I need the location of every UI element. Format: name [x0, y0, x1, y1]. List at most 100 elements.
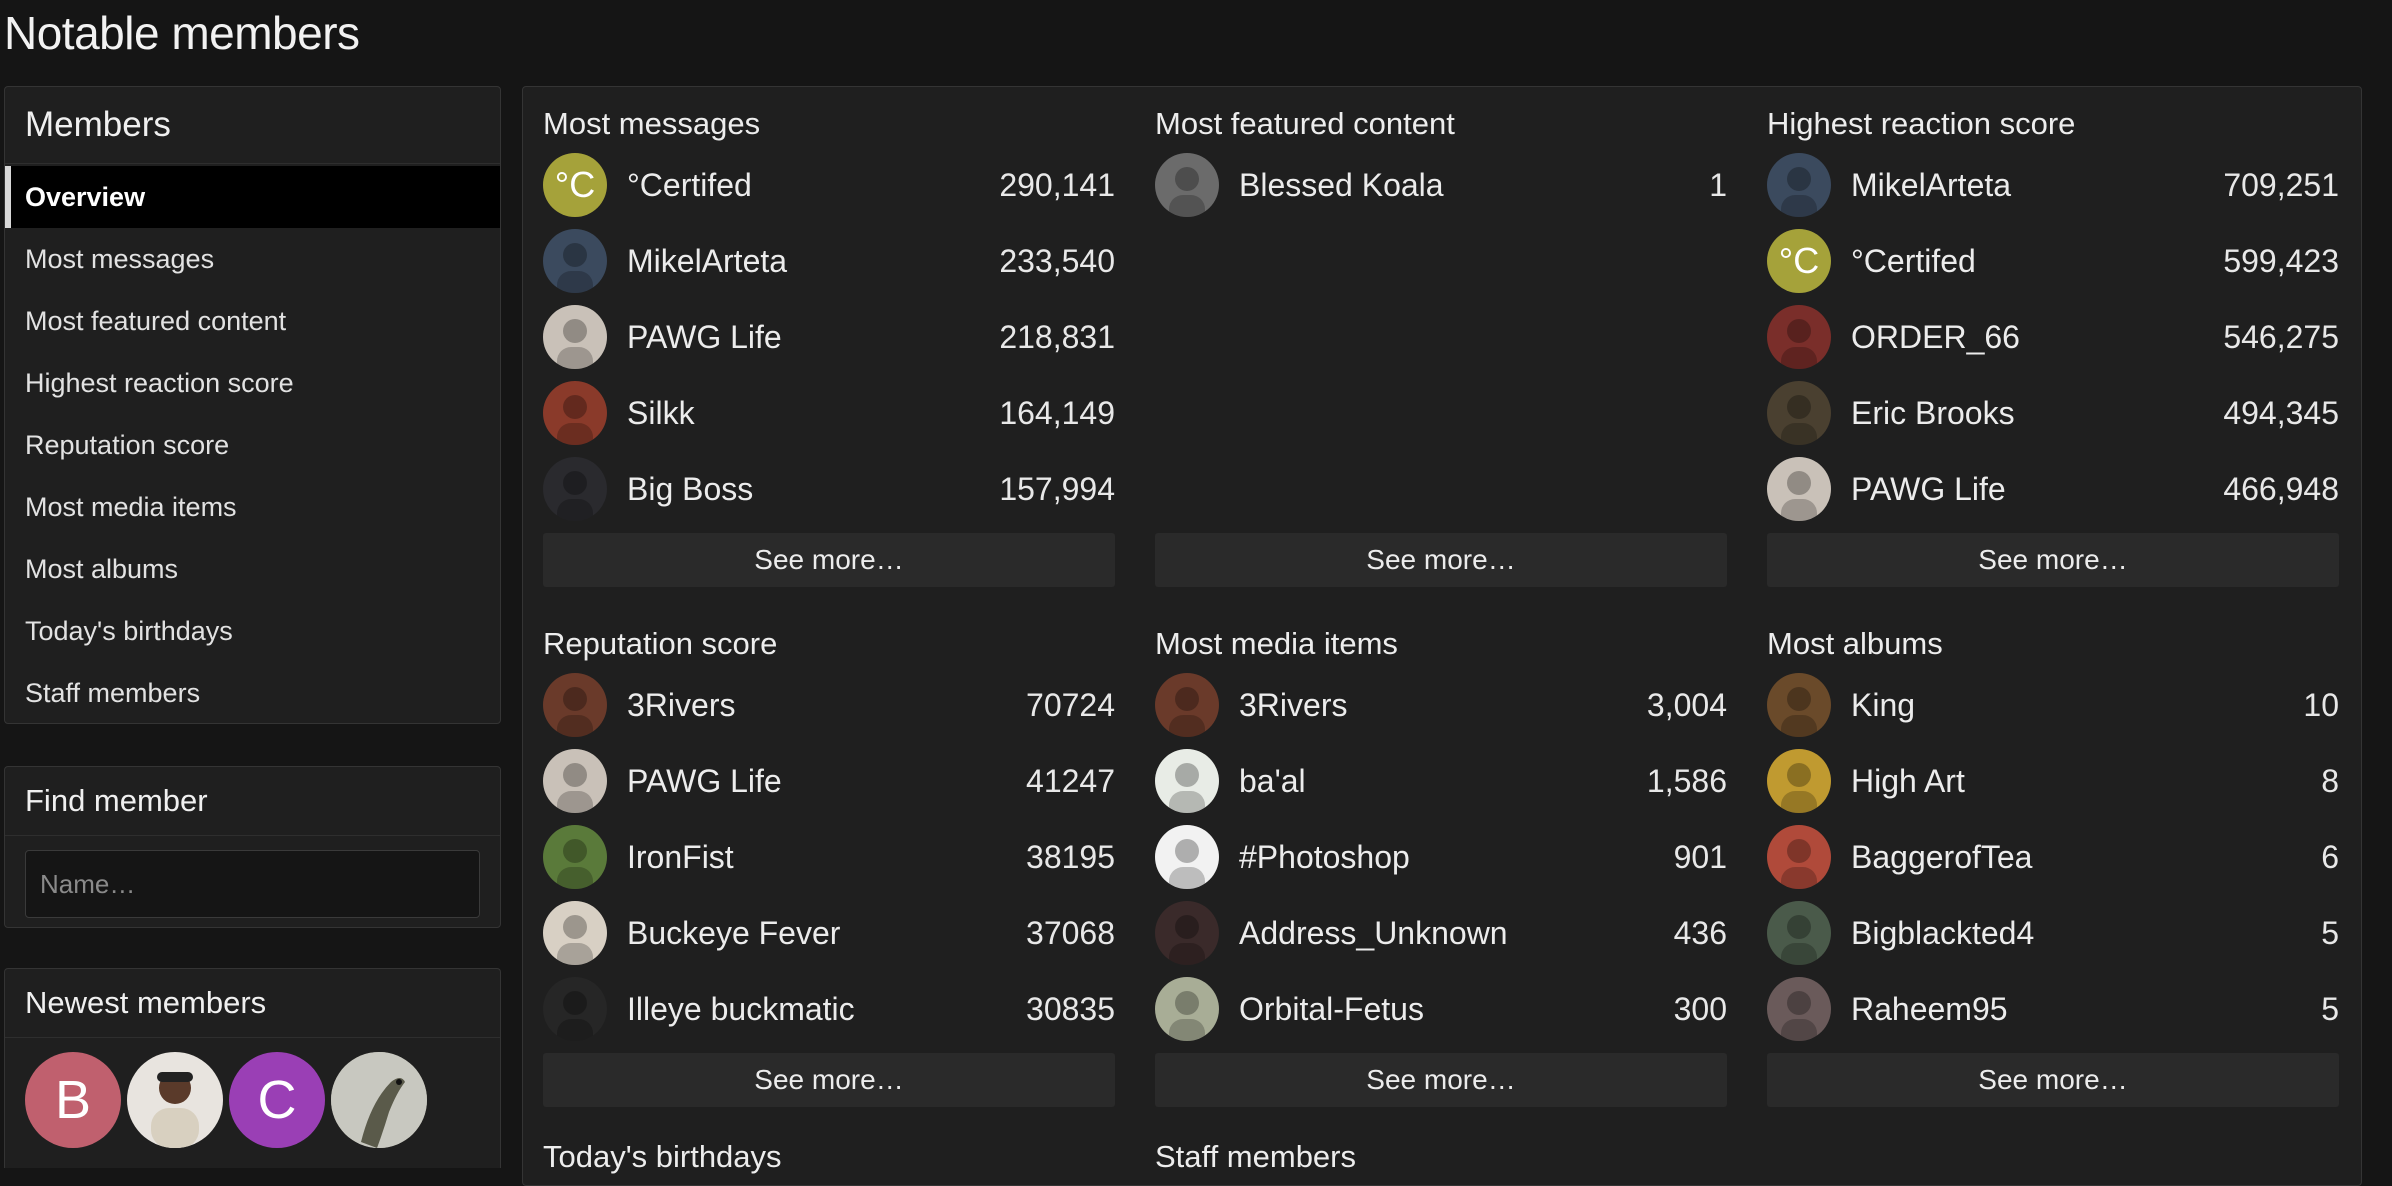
lizard-photo-icon[interactable]: [331, 1052, 427, 1148]
list-item: Illeye buckmatic 30835: [543, 971, 1115, 1047]
list-item: Silkk 164,149: [543, 375, 1115, 451]
avatar[interactable]: [1767, 901, 1831, 965]
member-name-link[interactable]: Eric Brooks: [1851, 395, 2223, 432]
member-stat-value: 70724: [1026, 686, 1115, 723]
member-stat-value: 494,345: [2223, 394, 2339, 431]
nav-item-highest-reaction-score[interactable]: Highest reaction score: [5, 352, 500, 414]
avatar[interactable]: °C: [543, 153, 607, 217]
avatar[interactable]: [1155, 673, 1219, 737]
list-item: Blessed Koala 1: [1155, 147, 1727, 223]
avatar[interactable]: [1767, 977, 1831, 1041]
avatar[interactable]: [1767, 825, 1831, 889]
member-name-link[interactable]: High Art: [1851, 763, 2321, 800]
section-most-messages: Most messages °C °Certifed 290,141 MikelArte…: [543, 101, 1115, 587]
member-name-link[interactable]: Silkk: [627, 395, 999, 432]
member-stat-value: 436: [1673, 914, 1727, 951]
newest-members-header: Newest members: [5, 969, 500, 1038]
see-more-button[interactable]: See more…: [1767, 1053, 2339, 1107]
see-more-button[interactable]: See more…: [1155, 533, 1727, 587]
member-name-link[interactable]: BaggerofTea: [1851, 839, 2321, 876]
member-name-link[interactable]: MikelArteta: [627, 243, 999, 280]
member-name-link[interactable]: °Certifed: [627, 167, 999, 204]
member-stat-value: 466,948: [2223, 470, 2339, 507]
list-item: °C °Certifed 290,141: [543, 147, 1115, 223]
see-more-button[interactable]: See more…: [1767, 533, 2339, 587]
member-list: MikelArteta 709,251 °C °Certifed 599,423 ORDE…: [1767, 147, 2339, 527]
member-name-link[interactable]: Bigblackted4: [1851, 915, 2321, 952]
newest-member-avatar[interactable]: B: [25, 1052, 121, 1148]
member-name-link[interactable]: PAWG Life: [627, 763, 1026, 800]
avatar[interactable]: [1767, 305, 1831, 369]
member-name-link[interactable]: King: [1851, 687, 2303, 724]
avatar[interactable]: [543, 977, 607, 1041]
nav-item-most-media-items[interactable]: Most media items: [5, 476, 500, 538]
avatar[interactable]: [1155, 749, 1219, 813]
avatar[interactable]: [543, 749, 607, 813]
member-name-link[interactable]: Big Boss: [627, 471, 999, 508]
member-name-link[interactable]: PAWG Life: [1851, 471, 2223, 508]
nav-item-todays-birthdays[interactable]: Today's birthdays: [5, 600, 500, 662]
section-reputation-score: Reputation score 3Rivers 70724 PAWG Life 412…: [543, 621, 1115, 1107]
member-stat-value: 218,831: [999, 318, 1115, 355]
nav-item-staff-members[interactable]: Staff members: [5, 662, 500, 723]
members-header: Members: [5, 87, 500, 164]
section-title: Most messages: [543, 106, 761, 141]
member-name-link[interactable]: 3Rivers: [1239, 687, 1647, 724]
avatar[interactable]: [1767, 749, 1831, 813]
avatar[interactable]: [1155, 977, 1219, 1041]
avatar[interactable]: [543, 229, 607, 293]
member-stat-value: 37068: [1026, 914, 1115, 951]
see-more-button[interactable]: See more…: [543, 1053, 1115, 1107]
member-stat-value: 10: [2303, 686, 2339, 723]
member-name-link[interactable]: ORDER_66: [1851, 319, 2223, 356]
newest-member-avatar[interactable]: C: [229, 1052, 325, 1148]
member-list: Blessed Koala 1: [1155, 147, 1727, 527]
avatar[interactable]: [1767, 381, 1831, 445]
member-name-link[interactable]: ba'al: [1239, 763, 1647, 800]
see-more-button[interactable]: See more…: [1155, 1053, 1727, 1107]
section-title: Reputation score: [543, 626, 778, 661]
member-name-link[interactable]: IronFist: [627, 839, 1026, 876]
member-name-link[interactable]: 3Rivers: [627, 687, 1026, 724]
member-name-link[interactable]: Raheem95: [1851, 991, 2321, 1028]
see-more-button[interactable]: See more…: [543, 533, 1115, 587]
find-member-input[interactable]: [25, 850, 480, 918]
list-item: Raheem95 5: [1767, 971, 2339, 1047]
member-name-link[interactable]: °Certifed: [1851, 243, 2223, 280]
member-name-link[interactable]: Address_Unknown: [1239, 915, 1674, 952]
nav-item-overview[interactable]: Overview: [5, 166, 500, 228]
member-stat-value: 30835: [1026, 990, 1115, 1027]
avatar[interactable]: [1767, 153, 1831, 217]
list-item: Eric Brooks 494,345: [1767, 375, 2339, 451]
avatar[interactable]: [1767, 457, 1831, 521]
member-name-link[interactable]: Orbital-Fetus: [1239, 991, 1674, 1028]
avatar[interactable]: [1155, 901, 1219, 965]
member-name-link[interactable]: MikelArteta: [1851, 167, 2223, 204]
member-stat-value: 709,251: [2223, 166, 2339, 203]
avatar[interactable]: [1767, 673, 1831, 737]
member-name-link[interactable]: #Photoshop: [1239, 839, 1674, 876]
nav-item-reputation-score[interactable]: Reputation score: [5, 414, 500, 476]
avatar[interactable]: [543, 825, 607, 889]
section-highest-reaction-score: Highest reaction score MikelArteta 709,251…: [1767, 101, 2339, 587]
section-title: Highest reaction score: [1767, 106, 2076, 141]
nav-item-most-messages[interactable]: Most messages: [5, 228, 500, 290]
avatar[interactable]: [543, 673, 607, 737]
avatar[interactable]: [1155, 153, 1219, 217]
member-name-link[interactable]: PAWG Life: [627, 319, 999, 356]
newest-members-block: Newest members B C: [4, 968, 501, 1168]
avatar[interactable]: [543, 381, 607, 445]
member-stat-value: 290,141: [999, 166, 1115, 203]
user-photo-icon[interactable]: [127, 1052, 223, 1148]
avatar[interactable]: [1155, 825, 1219, 889]
member-name-link[interactable]: Illeye buckmatic: [627, 991, 1026, 1028]
nav-item-most-featured-content[interactable]: Most featured content: [5, 290, 500, 352]
avatar[interactable]: [543, 305, 607, 369]
avatar[interactable]: °C: [1767, 229, 1831, 293]
member-name-link[interactable]: Buckeye Fever: [627, 915, 1026, 952]
avatar[interactable]: [543, 457, 607, 521]
member-name-link[interactable]: Blessed Koala: [1239, 167, 1709, 204]
avatar[interactable]: [543, 901, 607, 965]
nav-item-most-albums[interactable]: Most albums: [5, 538, 500, 600]
member-stat-value: 901: [1673, 838, 1727, 875]
